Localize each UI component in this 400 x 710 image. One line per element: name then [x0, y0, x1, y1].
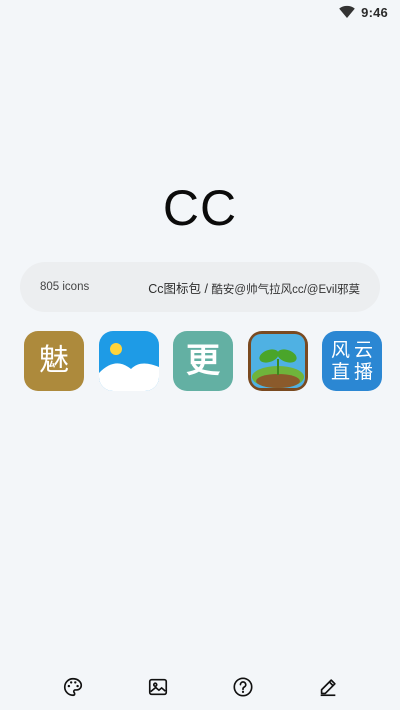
edit-icon[interactable]: [314, 673, 342, 701]
fengyun-char-1: 风: [330, 339, 350, 361]
pack-authors: 酷安@帅气拉风cc/@Evil邪莫: [211, 283, 360, 296]
screen: 9:46 CC 805 icons Cc图标包 / 酷安@帅气拉风cc/@Evi…: [0, 0, 400, 710]
fengyun-char-3: 直: [330, 361, 350, 383]
geng-app-icon[interactable]: 更: [173, 331, 233, 391]
sprout-game-app-icon[interactable]: [247, 331, 308, 391]
mei-glyph: 魅: [39, 343, 69, 378]
pack-credit: Cc图标包 / 酷安@帅气拉风cc/@Evil邪莫: [148, 278, 360, 297]
help-icon[interactable]: [229, 673, 257, 701]
status-bar: 9:46: [0, 0, 400, 24]
wifi-icon: [339, 5, 355, 19]
fengyun-live-app-icon[interactable]: 风 云 直 播: [322, 331, 382, 391]
pack-name: Cc图标包 /: [148, 281, 212, 296]
icon-preview-row: 魅 更 风 云 直 播: [24, 331, 382, 393]
mei-calligraphy-app-icon[interactable]: 魅: [24, 331, 84, 391]
icon-count: 805 icons: [40, 281, 90, 293]
image-icon[interactable]: [144, 673, 172, 701]
status-time: 9:46: [361, 4, 388, 20]
fengyun-char-4: 播: [353, 361, 373, 383]
palette-icon[interactable]: [59, 673, 87, 701]
gallery-app-icon[interactable]: [98, 331, 159, 391]
pack-title: CC: [162, 180, 238, 236]
fengyun-char-2: 云: [353, 339, 373, 361]
info-card[interactable]: 805 icons Cc图标包 / 酷安@帅气拉风cc/@Evil邪莫: [20, 262, 380, 312]
bottom-nav: [0, 672, 400, 702]
geng-glyph: 更: [186, 341, 220, 381]
